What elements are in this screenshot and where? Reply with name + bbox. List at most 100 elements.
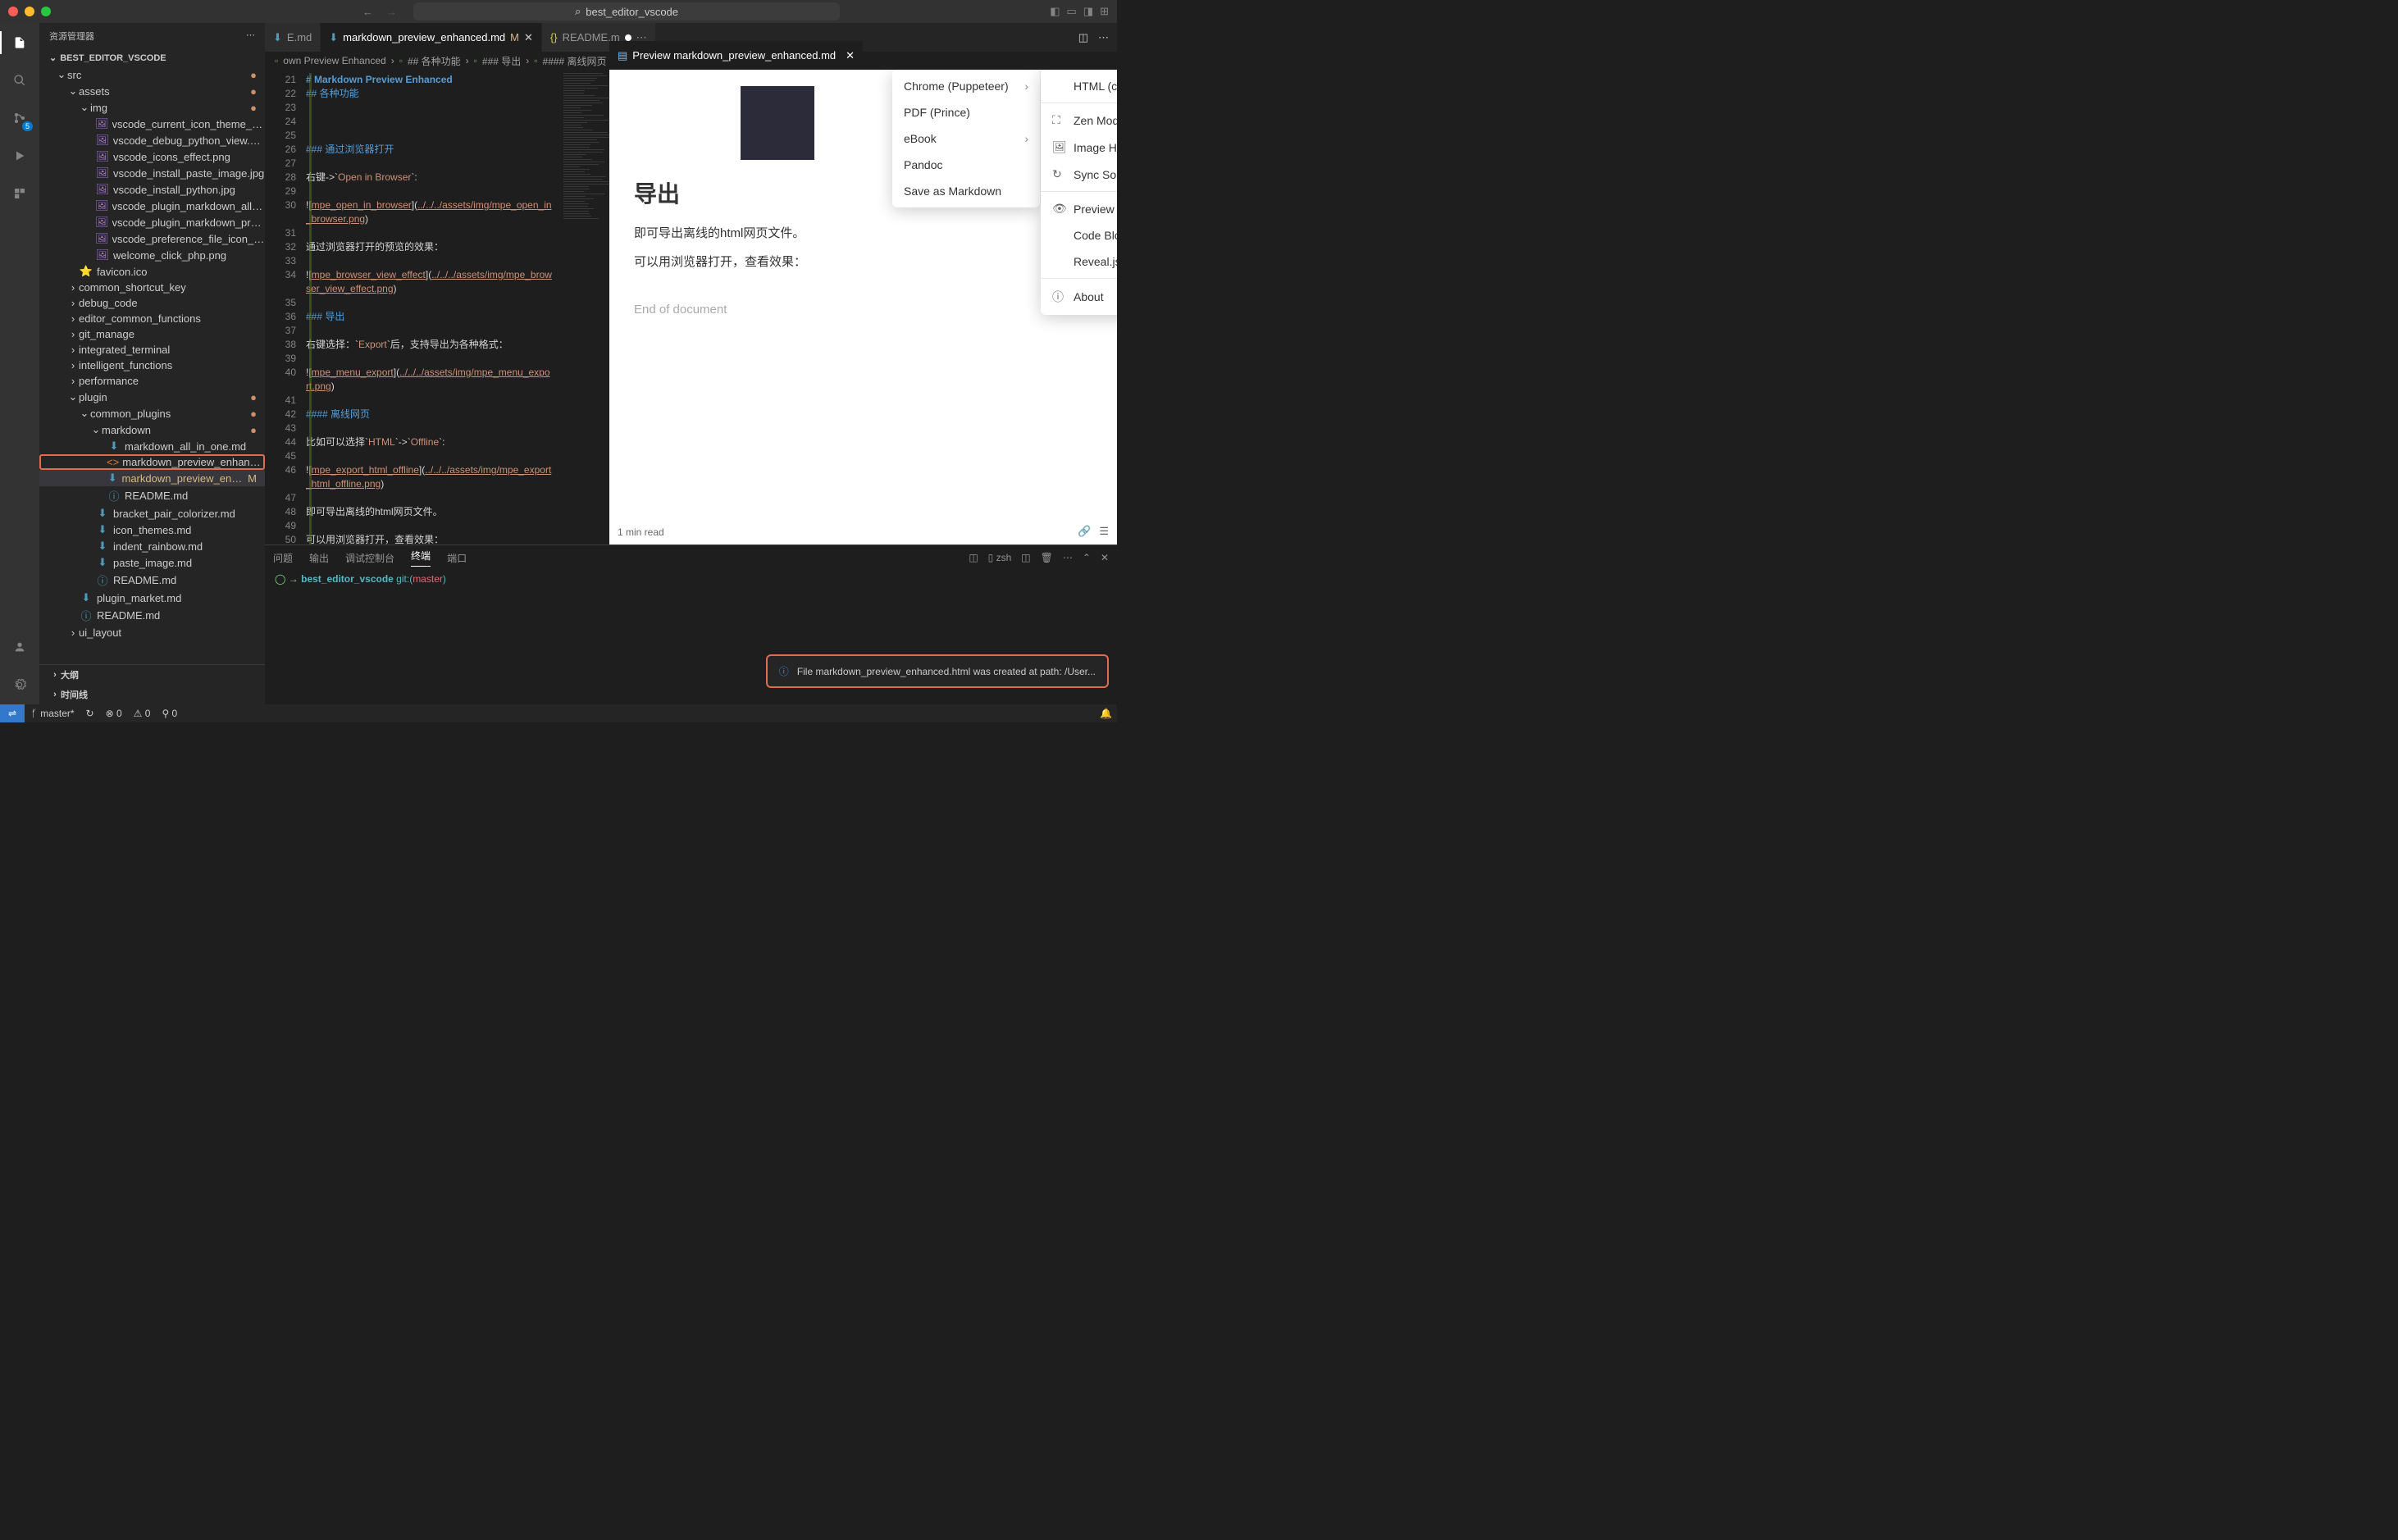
status-bell[interactable]: 🔔 — [1100, 708, 1112, 719]
status-warnings[interactable]: ⚠ 0 — [134, 708, 151, 719]
folder-item[interactable]: ›ui_layout — [39, 625, 265, 640]
preview-tab[interactable]: ▤ Preview markdown_preview_enhanced.md ✕ — [609, 41, 863, 70]
folder-item[interactable]: ›integrated_terminal — [39, 342, 265, 358]
status-errors[interactable]: ⊗ 0 — [106, 708, 122, 719]
folder-item[interactable]: ›intelligent_functions — [39, 358, 265, 373]
file-item[interactable]: 🖼vscode_debug_python_view.png — [39, 132, 265, 148]
status-ports[interactable]: ⚲ 0 — [162, 708, 177, 719]
split-icon[interactable]: ◫ — [1021, 552, 1030, 563]
layout-sidebar-left-icon[interactable]: ◧ — [1050, 5, 1060, 18]
more-icon[interactable]: ⋯ — [1063, 552, 1073, 563]
layout-panel-icon[interactable]: ▭ — [1067, 5, 1077, 18]
menu-item[interactable]: 🖼Image Helper — [1041, 134, 1117, 161]
terminal-shell-icon[interactable]: ▯ zsh — [988, 552, 1012, 563]
maximize-window[interactable] — [41, 7, 51, 16]
menu-item[interactable]: 👁Preview Theme› — [1041, 195, 1117, 222]
folder-item[interactable]: ›common_shortcut_key — [39, 280, 265, 295]
breadcrumb-item[interactable]: ### 导出 — [482, 54, 521, 68]
breadcrumb-item[interactable]: own Preview Enhanced — [283, 55, 385, 66]
remote-button[interactable]: ⇌ — [0, 704, 25, 722]
menu-item[interactable]: PDF (Prince) — [892, 99, 1040, 125]
file-item[interactable]: ⬇markdown_preview_enhanced....M — [39, 470, 265, 486]
split-editor-icon[interactable]: ◫ — [1078, 31, 1088, 44]
menu-item[interactable]: ↻Sync Source — [1041, 161, 1117, 188]
command-center[interactable]: ⌕ best_editor_vscode — [413, 2, 840, 21]
explorer-root[interactable]: ⌄ BEST_EDITOR_VSCODE — [39, 49, 265, 66]
panel-tab[interactable]: 输出 — [309, 551, 329, 565]
code-content[interactable]: # Markdown Preview Enhanced## 各种功能 ### 通… — [306, 70, 560, 544]
layout-customize-icon[interactable]: ⊞ — [1100, 5, 1109, 18]
menu-item[interactable]: ⛶Zen Mode — [1041, 107, 1117, 134]
breadcrumb-item[interactable]: ## 各种功能 — [408, 54, 461, 68]
file-item[interactable]: ⓘREADME.md — [39, 571, 265, 590]
file-item[interactable]: <>markdown_preview_enhanced.html — [39, 454, 265, 470]
git-sync[interactable]: ↻ — [86, 708, 94, 719]
activity-explorer[interactable] — [8, 31, 31, 54]
folder-item[interactable]: ⌄plugin● — [39, 389, 265, 405]
file-item[interactable]: 🖼vscode_preference_file_icon_theme.... — [39, 230, 265, 247]
folder-item[interactable]: ›debug_code — [39, 295, 265, 311]
panel-tab[interactable]: 调试控制台 — [345, 551, 394, 565]
editor-tab[interactable]: ⬇E.md — [265, 23, 321, 52]
menu-item[interactable]: HTML (cdn hosted) — [1041, 73, 1117, 99]
menu-item[interactable]: Save as Markdown — [892, 178, 1040, 204]
trash-icon[interactable]: 🗑 — [1041, 552, 1053, 563]
file-item[interactable]: ⬇indent_rainbow.md — [39, 538, 265, 554]
close-window[interactable] — [8, 7, 18, 16]
folder-item[interactable]: ›git_manage — [39, 326, 265, 342]
menu-item[interactable]: Chrome (Puppeteer)› — [892, 73, 1040, 99]
folder-item[interactable]: ⌄common_plugins● — [39, 405, 265, 421]
activity-settings[interactable] — [8, 673, 31, 696]
file-item[interactable]: 🖼vscode_plugin_markdown_all_in_one... — [39, 198, 265, 214]
file-item[interactable]: ⬇plugin_market.md — [39, 590, 265, 606]
menu-item[interactable]: Code Block Theme› — [1041, 222, 1117, 248]
panel-tab[interactable]: 终端 — [411, 549, 431, 567]
activity-account[interactable] — [8, 636, 31, 658]
file-item[interactable]: 🖼vscode_install_paste_image.jpg — [39, 165, 265, 181]
menu-icon[interactable]: ☰ — [1099, 525, 1109, 538]
file-item[interactable]: 🖼welcome_click_php.png — [39, 247, 265, 263]
file-item[interactable]: ⬇markdown_all_in_one.md — [39, 438, 265, 454]
activity-scm[interactable]: 5 — [8, 107, 31, 130]
split-terminal-icon[interactable]: ◫ — [969, 552, 978, 563]
minimize-window[interactable] — [25, 7, 34, 16]
layout-sidebar-right-icon[interactable]: ◨ — [1083, 5, 1093, 18]
chevron-up-icon[interactable]: ⌃ — [1083, 552, 1091, 563]
git-branch[interactable]: ᚶ master* — [31, 708, 75, 719]
file-item[interactable]: ⬇bracket_pair_colorizer.md — [39, 505, 265, 522]
folder-item[interactable]: ⌄assets● — [39, 83, 265, 99]
file-item[interactable]: ⬇icon_themes.md — [39, 522, 265, 538]
activity-search[interactable] — [8, 69, 31, 92]
editor-tab[interactable]: ⬇markdown_preview_enhanced.mdM✕ — [321, 23, 542, 52]
terminal-body[interactable]: ◯ → best_editor_vscode git:(master) ⓘ Fi… — [265, 570, 1117, 704]
close-icon[interactable]: ✕ — [1101, 552, 1109, 563]
nav-back-icon[interactable]: ← — [362, 6, 373, 18]
menu-item[interactable]: Pandoc — [892, 152, 1040, 178]
activity-extensions[interactable] — [8, 182, 31, 205]
folder-item[interactable]: ›editor_common_functions — [39, 311, 265, 326]
panel-tab[interactable]: 问题 — [273, 551, 293, 565]
file-item[interactable]: 🖼vscode_current_icon_theme_seti.png — [39, 116, 265, 132]
sidebar-section[interactable]: ›时间线 — [39, 685, 265, 704]
menu-item[interactable]: Reveal.js Theme› — [1041, 248, 1117, 275]
menu-item[interactable]: ⓘAbout› — [1041, 282, 1117, 312]
file-item[interactable]: ⬇paste_image.md — [39, 554, 265, 571]
activity-run[interactable] — [8, 144, 31, 167]
more-icon[interactable]: ⋯ — [1098, 31, 1109, 44]
close-icon[interactable]: ✕ — [524, 31, 533, 44]
sidebar-section[interactable]: ›大纲 — [39, 665, 265, 685]
minimap[interactable] — [560, 70, 609, 544]
breadcrumb-item[interactable]: #### 离线网页 — [543, 54, 607, 68]
file-item[interactable]: ⓘREADME.md — [39, 486, 265, 505]
file-item[interactable]: 🖼vscode_icons_effect.png — [39, 148, 265, 165]
close-icon[interactable]: ✕ — [846, 49, 855, 62]
code-editor[interactable]: 21222324252627282930 31323334 3536373839… — [265, 70, 609, 544]
folder-item[interactable]: ⌄img● — [39, 99, 265, 116]
folder-item[interactable]: ⌄src● — [39, 66, 265, 83]
nav-forward-icon[interactable]: → — [386, 6, 397, 18]
file-item[interactable]: ⭐favicon.ico — [39, 263, 265, 280]
file-item[interactable]: 🖼vscode_install_python.jpg — [39, 181, 265, 198]
file-item[interactable]: 🖼vscode_plugin_markdown_preview_e... — [39, 214, 265, 230]
notification-toast[interactable]: ⓘ File markdown_preview_enhanced.html wa… — [766, 654, 1109, 688]
more-icon[interactable]: ⋯ — [246, 30, 255, 43]
